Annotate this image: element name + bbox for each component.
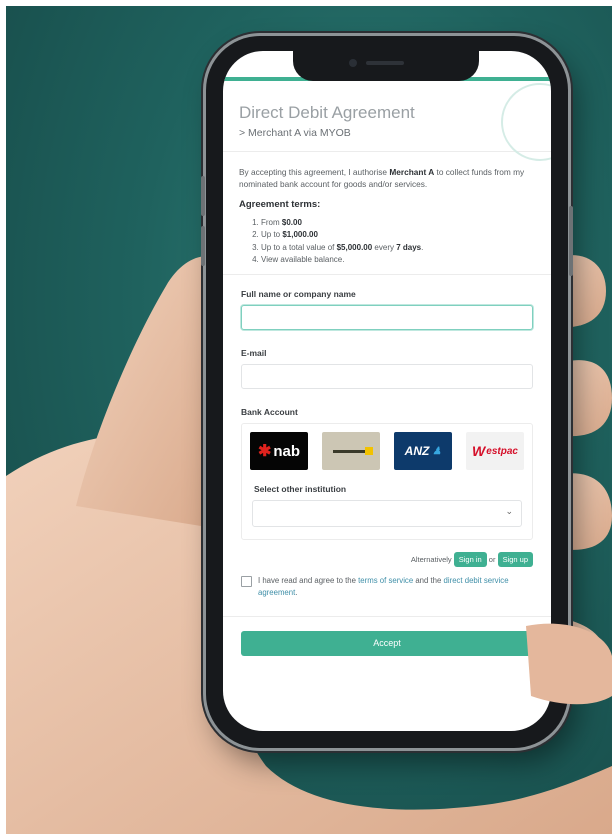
page-title: Direct Debit Agreement bbox=[239, 103, 415, 122]
bank-list: ✱ nab ANZ ♟ Westpac bbox=[250, 432, 524, 471]
power-button bbox=[569, 206, 573, 276]
name-label: Full name or company name bbox=[241, 289, 356, 300]
camera-icon bbox=[349, 59, 357, 67]
email-input[interactable] bbox=[241, 364, 533, 390]
bank-selector: ✱ nab ANZ ♟ Westpac Select other institu… bbox=[241, 423, 533, 541]
bank-account-label: Bank Account bbox=[241, 407, 298, 418]
agree-checkbox[interactable] bbox=[241, 576, 252, 588]
terms-agreement: I have read and agree to the terms of se… bbox=[241, 575, 533, 598]
term-item: Up to a total value of $5,000.00 every 7… bbox=[261, 242, 535, 254]
account-options: Alternatively Sign in or Sign up bbox=[241, 552, 533, 568]
debit-form: Full name or company name E-mail Bank Ac… bbox=[223, 274, 551, 656]
terms-of-service-link[interactable]: terms of service bbox=[358, 576, 413, 585]
speaker-grille bbox=[366, 61, 404, 65]
nab-star-icon: ✱ bbox=[257, 443, 272, 461]
merchant-name: Merchant A bbox=[389, 167, 435, 177]
agreement-page: Direct Debit Agreement > Merchant A via … bbox=[223, 81, 551, 656]
terms-list: From $0.00 Up to $1,000.00 Up to a total… bbox=[239, 217, 535, 267]
term-item: From $0.00 bbox=[261, 217, 535, 229]
anz-people-icon: ♟ bbox=[432, 445, 442, 457]
commbank-logo-icon bbox=[333, 446, 373, 455]
email-label: E-mail bbox=[241, 348, 267, 359]
sign-in-button[interactable]: Sign in bbox=[453, 552, 487, 568]
other-institution-select[interactable]: ⌄ bbox=[252, 500, 522, 528]
volume-up-button bbox=[201, 176, 205, 216]
agreement-header: Direct Debit Agreement > Merchant A via … bbox=[223, 81, 551, 161]
phone-device: Direct Debit Agreement > Merchant A via … bbox=[201, 36, 573, 748]
phone-notch bbox=[293, 51, 479, 81]
term-item: Up to $1,000.00 bbox=[261, 229, 535, 241]
sign-up-button[interactable]: Sign up bbox=[497, 552, 533, 568]
other-institution-label: Select other institution bbox=[254, 484, 347, 495]
bank-westpac-button[interactable]: Westpac bbox=[466, 432, 524, 471]
photo-scene: Direct Debit Agreement > Merchant A via … bbox=[6, 6, 612, 834]
terms-heading: Agreement terms: bbox=[239, 199, 321, 211]
bank-anz-button[interactable]: ANZ ♟ bbox=[394, 432, 452, 471]
phone-screen: Direct Debit Agreement > Merchant A via … bbox=[223, 51, 551, 731]
agreement-intro: By accepting this agreement, I authorise… bbox=[239, 167, 525, 190]
agreement-body: By accepting this agreement, I authorise… bbox=[223, 152, 551, 274]
accept-button[interactable]: Accept bbox=[241, 630, 533, 656]
form-divider bbox=[223, 615, 551, 617]
decorative-ring-icon bbox=[501, 83, 551, 161]
volume-down-button bbox=[201, 226, 205, 266]
chevron-down-icon: ⌄ bbox=[505, 506, 513, 517]
bank-nab-button[interactable]: ✱ nab bbox=[250, 432, 308, 471]
name-input[interactable] bbox=[241, 305, 533, 331]
merchant-breadcrumb: > Merchant A via MYOB bbox=[239, 127, 351, 139]
agree-text: I have read and agree to the terms of se… bbox=[258, 576, 509, 597]
term-item: View available balance. bbox=[261, 254, 535, 266]
bank-commbank-button[interactable] bbox=[322, 432, 380, 471]
